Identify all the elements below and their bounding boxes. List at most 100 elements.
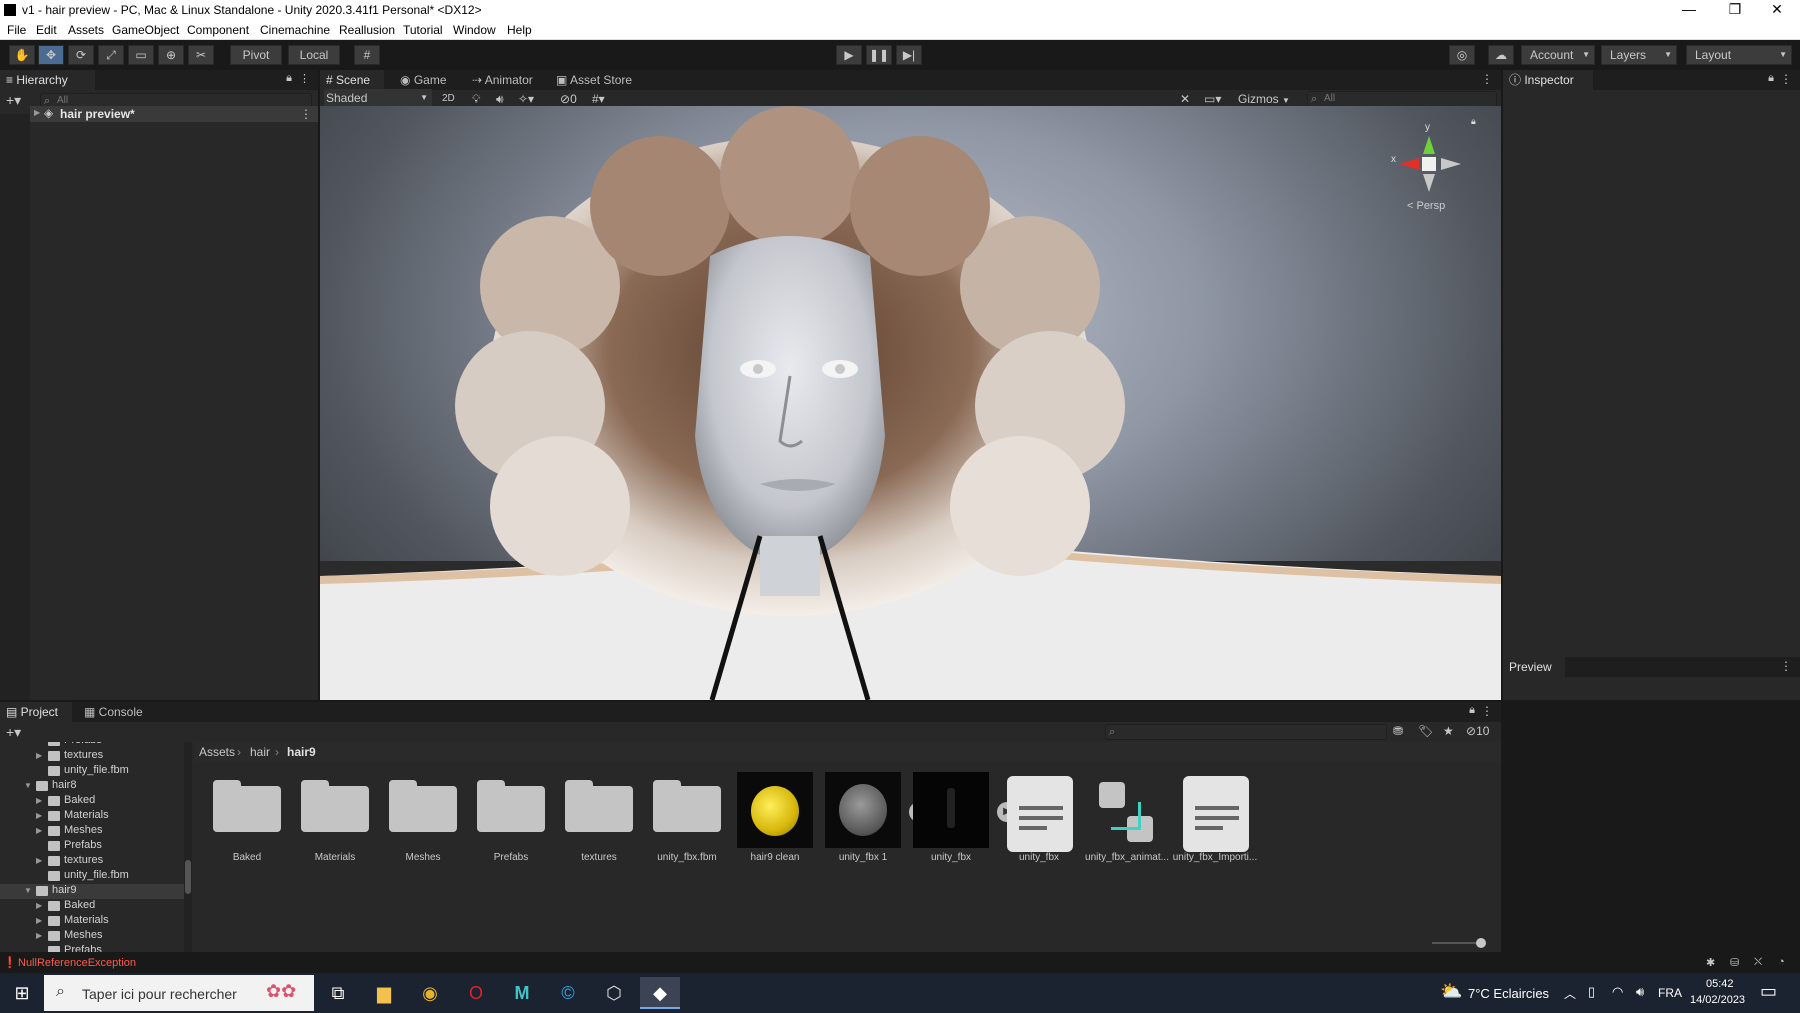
tab-asset-store[interactable]: ▣ Asset Store — [550, 70, 638, 90]
asset-item[interactable]: hair9 clean — [731, 764, 819, 868]
favorite-icon[interactable]: ★ — [1443, 724, 1454, 738]
unity-editor-icon[interactable]: ◆ — [640, 977, 680, 1009]
breadcrumb-assets[interactable]: Assets — [199, 745, 235, 759]
scale-tool-icon[interactable]: ⤢ — [98, 45, 124, 65]
asset-item[interactable]: Meshes — [379, 764, 467, 868]
layout-dropdown[interactable]: Layout ▼ — [1686, 45, 1792, 65]
unity-hub-icon[interactable]: ⬡ — [594, 977, 634, 1009]
gizmo-lock-icon[interactable]: 🔒︎ — [1471, 116, 1476, 127]
scene-menu-icon[interactable]: ⋮ — [300, 107, 312, 121]
taskbar-search-box[interactable]: ⌕ Taper ici pour rechercher ✿✿ — [44, 975, 314, 1011]
hierarchy-scene-row[interactable]: ▶ ◈ hair preview* ⋮ — [30, 106, 318, 122]
filter-label-icon[interactable]: 🏷︎ — [1418, 724, 1433, 738]
tree-folder-item[interactable]: Prefabs — [0, 944, 184, 952]
rect-tool-icon[interactable]: ▭ — [128, 45, 154, 65]
tab-animator[interactable]: ⇢ Animator — [466, 70, 539, 90]
chrome-icon[interactable]: ◉ — [410, 977, 450, 1009]
more-menu-icon[interactable]: ⋮ — [1780, 72, 1792, 86]
file-explorer-icon[interactable]: ▆ — [364, 977, 404, 1009]
menu-reallusion[interactable]: Reallusion — [339, 23, 395, 37]
gizmo-neg-x-axis[interactable] — [1441, 158, 1461, 170]
expand-arrow-icon[interactable]: ▶ — [36, 856, 42, 865]
lock-icon[interactable]: 🔒︎ — [286, 72, 292, 85]
more-menu-icon[interactable]: ⋮ — [1481, 72, 1493, 86]
menu-window[interactable]: Window — [453, 23, 496, 37]
tab-console[interactable]: ▦ Console — [78, 702, 149, 722]
tree-scrollbar[interactable] — [184, 742, 192, 952]
cc-app-icon[interactable]: © — [548, 977, 588, 1009]
expand-arrow-icon[interactable]: ▶ — [34, 108, 40, 117]
expand-arrow-icon[interactable]: ▶ — [36, 901, 42, 910]
gizmo-center-cube[interactable] — [1422, 157, 1436, 171]
bug-icon[interactable]: ✱ — [1706, 956, 1715, 969]
wifi-icon[interactable]: ◠ — [1612, 984, 1623, 1000]
expand-arrow-icon[interactable]: ▼ — [24, 886, 32, 895]
project-search-input[interactable] — [1105, 724, 1387, 740]
scene-viewport[interactable]: y x 🔒︎ < Persp — [320, 106, 1501, 700]
notifications-icon[interactable]: ▭ — [1760, 981, 1777, 1002]
add-icon[interactable]: +▾ — [6, 724, 21, 741]
hand-tool-icon[interactable]: ✋ — [9, 45, 35, 65]
menu-file[interactable]: File — [7, 23, 26, 37]
cloud-icon[interactable]: ☁ — [1488, 45, 1514, 65]
tree-folder-item[interactable]: ▶ Materials — [0, 914, 184, 929]
tree-scrollbar-thumb[interactable] — [185, 860, 191, 894]
input-language[interactable]: FRA — [1658, 986, 1682, 1000]
tree-folder-item[interactable]: ▼ hair9 — [0, 884, 184, 899]
zoom-slider-thumb[interactable] — [1476, 938, 1486, 948]
menu-gameobject[interactable]: GameObject — [112, 23, 179, 37]
more-menu-icon[interactable]: ⋮ — [1481, 704, 1493, 718]
breadcrumb-hair9[interactable]: hair9 — [287, 745, 316, 759]
gizmo-x-axis[interactable] — [1399, 158, 1419, 170]
more-menu-icon[interactable]: ⋮ — [1780, 659, 1792, 673]
zoom-slider[interactable] — [1432, 938, 1486, 948]
tree-folder-item[interactable]: ▶ Meshes — [0, 929, 184, 944]
menu-assets[interactable]: Assets — [68, 23, 104, 37]
asset-item[interactable]: unity_fbx_animat... — [1083, 764, 1171, 868]
tree-folder-item[interactable]: Prefabs — [0, 839, 184, 854]
opera-icon[interactable]: O — [456, 977, 496, 1009]
expand-arrow-icon[interactable]: ▶ — [36, 796, 42, 805]
tree-folder-item[interactable]: Prefabs — [0, 742, 184, 749]
minimize-button[interactable]: — — [1666, 0, 1712, 20]
clock-date[interactable]: 14/02/2023 — [1690, 994, 1745, 1006]
tree-folder-item[interactable]: unity_file.fbm — [0, 869, 184, 884]
tree-folder-item[interactable]: ▶ Meshes — [0, 824, 184, 839]
tab-scene[interactable]: # Scene — [320, 70, 384, 90]
rotate-tool-icon[interactable]: ⟳ — [68, 45, 94, 65]
database-icon[interactable]: ⛁ — [1730, 956, 1739, 969]
move-tool-icon[interactable]: ✥ — [38, 45, 64, 65]
tab-game[interactable]: ◉ Game — [394, 70, 453, 90]
persp-label[interactable]: < Persp — [1407, 200, 1445, 212]
weather-text[interactable]: 7°C Eclaircies — [1468, 986, 1549, 1001]
asset-item[interactable]: ▶ unity_fbx 1 — [819, 764, 929, 868]
scene-search-input[interactable]: All — [1307, 91, 1497, 107]
clock-time[interactable]: 05:42 — [1706, 978, 1734, 990]
asset-item[interactable]: ▶ unity_fbx — [907, 764, 1017, 868]
local-toggle[interactable]: Local — [288, 45, 340, 65]
expand-arrow-icon[interactable]: ▼ — [24, 781, 32, 790]
hidden-packages-icon[interactable]: ⊘10 — [1466, 724, 1489, 738]
asset-item[interactable]: unity_fbx — [995, 764, 1083, 868]
expand-arrow-icon[interactable]: ▶ — [36, 811, 42, 820]
menu-component[interactable]: Component — [187, 23, 249, 37]
tree-folder-item[interactable]: ▶ textures — [0, 854, 184, 869]
play-button[interactable]: ▶ — [836, 45, 862, 65]
pause-button[interactable]: ❚❚ — [866, 45, 892, 65]
tab-hierarchy[interactable]: ≡ Hierarchy — [0, 70, 95, 90]
close-button[interactable]: ✕ — [1754, 0, 1800, 20]
menu-help[interactable]: Help — [507, 23, 532, 37]
grid-snap-icon[interactable]: # — [354, 45, 380, 65]
filter-type-icon[interactable]: ⛃ — [1393, 724, 1403, 738]
device-icon[interactable]: ▯ — [1588, 984, 1595, 1000]
asset-item[interactable]: textures — [555, 764, 643, 868]
lock-icon[interactable]: 🔒︎ — [1768, 72, 1774, 85]
expand-arrow-icon[interactable]: ▶ — [36, 751, 42, 760]
tab-project[interactable]: ▤ Project — [0, 702, 72, 722]
tree-folder-item[interactable]: ▶ Baked — [0, 899, 184, 914]
volume-icon[interactable]: 🔊︎ — [1636, 984, 1644, 1000]
asset-item[interactable]: Prefabs — [467, 764, 555, 868]
transform-tool-icon[interactable]: ⊕ — [158, 45, 184, 65]
asset-item[interactable]: Materials — [291, 764, 379, 868]
account-dropdown[interactable]: Account ▼ — [1521, 45, 1595, 65]
